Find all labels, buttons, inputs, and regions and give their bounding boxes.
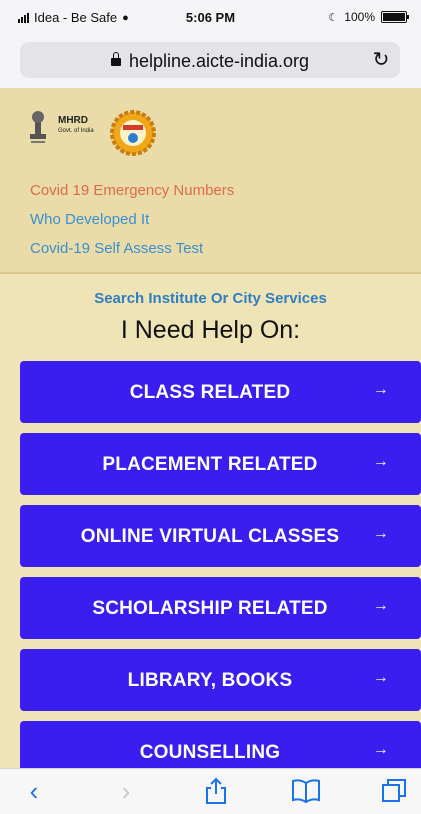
button-label: LIBRARY, BOOKS <box>127 670 293 691</box>
arrow-right-icon: → <box>372 597 389 614</box>
reload-icon[interactable]: ↻ <box>366 45 396 75</box>
self-assess-link[interactable]: Covid-19 Self Assess Test <box>30 234 234 263</box>
button-label: CLASS RELATED <box>129 382 291 403</box>
button-label: COUNSELLING <box>139 742 281 763</box>
arrow-right-icon: → <box>372 525 389 542</box>
scholarship-related-button[interactable]: SCHOLARSHIP RELATED → <box>20 577 421 639</box>
button-label: ONLINE VIRTUAL CLASSES <box>80 526 340 547</box>
forward-icon[interactable]: › <box>106 775 146 807</box>
share-icon[interactable] <box>196 775 236 807</box>
button-label: SCHOLARSHIP RELATED <box>92 598 328 619</box>
arrow-right-icon: → <box>372 381 389 398</box>
arrow-right-icon: → <box>372 453 389 470</box>
national-emblem-icon <box>30 111 46 143</box>
who-developed-link[interactable]: Who Developed It <box>30 205 234 234</box>
button-label: PLACEMENT RELATED <box>102 454 318 475</box>
browser-toolbar: ‹ › <box>0 768 421 814</box>
header-links: Covid 19 Emergency Numbers Who Developed… <box>30 176 234 263</box>
covid-emergency-link[interactable]: Covid 19 Emergency Numbers <box>30 176 234 205</box>
help-heading: I Need Help On: <box>120 316 301 344</box>
tabs-icon[interactable] <box>374 775 414 807</box>
arrow-right-icon: → <box>372 669 389 686</box>
mhrd-logo-subtext: Govt. of India <box>58 128 94 134</box>
bookmarks-icon[interactable] <box>286 775 326 807</box>
moon-icon: ☾ <box>328 11 339 24</box>
mhrd-logo-text: MHRD <box>58 115 88 126</box>
url-field[interactable]: helpline.aicte-india.org ↻ <box>20 42 400 78</box>
placement-related-button[interactable]: PLACEMENT RELATED → <box>20 433 421 495</box>
site-header: MHRD Govt. of India Covid 19 Emergency N… <box>0 88 421 274</box>
lock-icon <box>110 52 121 66</box>
back-icon[interactable]: ‹ <box>14 775 54 807</box>
address-bar: helpline.aicte-india.org ↻ <box>0 36 421 88</box>
url-text: helpline.aicte-india.org <box>128 51 310 71</box>
logo-group: MHRD Govt. of India <box>26 110 166 156</box>
battery-percent: 100% <box>344 10 375 24</box>
arrow-right-icon: → <box>372 741 389 758</box>
status-bar: Idea - Be Safe ● 5:06 PM ☾ 100% <box>0 0 421 36</box>
class-related-button[interactable]: CLASS RELATED → <box>20 361 421 423</box>
library-books-button[interactable]: LIBRARY, BOOKS → <box>20 649 421 711</box>
online-virtual-classes-button[interactable]: ONLINE VIRTUAL CLASSES → <box>20 505 421 567</box>
battery-icon <box>381 11 409 23</box>
search-institute-link[interactable]: Search Institute Or City Services <box>0 290 421 307</box>
phone-screen: Idea - Be Safe ● 5:06 PM ☾ 100% helpline… <box>0 0 421 814</box>
aicte-logo-icon <box>110 110 156 156</box>
